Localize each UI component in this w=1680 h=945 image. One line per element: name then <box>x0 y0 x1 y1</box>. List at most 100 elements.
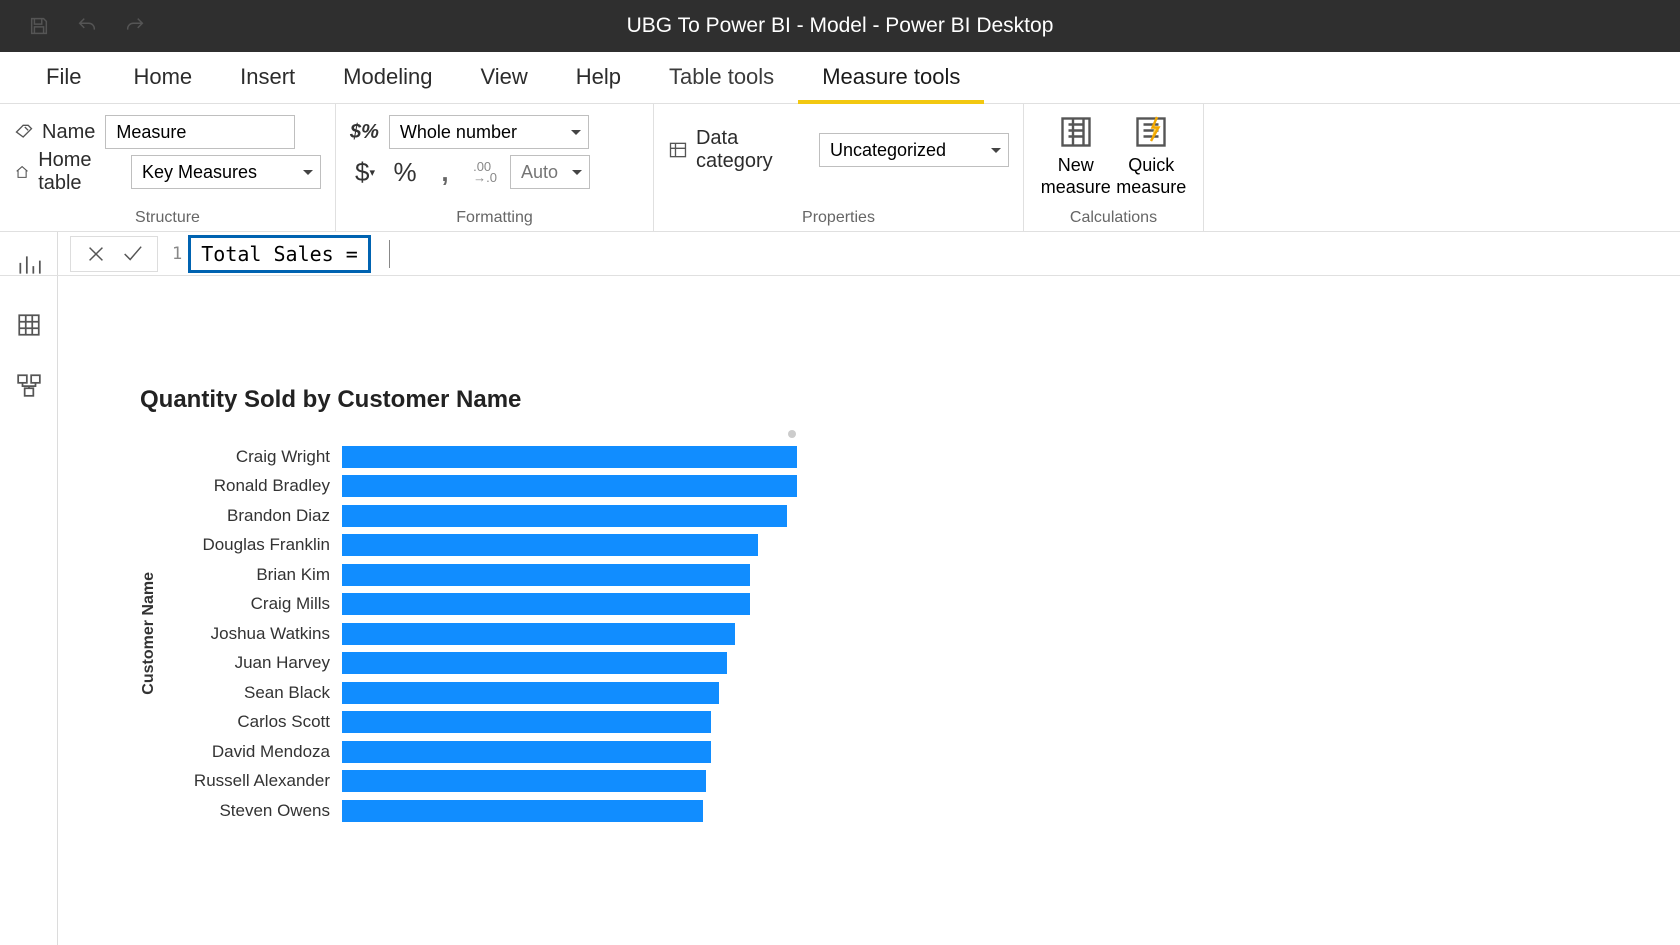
decimal-places-input[interactable] <box>510 155 590 189</box>
bar-fill[interactable] <box>342 741 711 763</box>
bar-label: Steven Owens <box>164 801 342 821</box>
formula-bar: 1 Total Sales = <box>0 232 1680 276</box>
y-axis-title: Customer Name <box>140 572 158 695</box>
bar-fill[interactable] <box>342 623 735 645</box>
tab-table-tools[interactable]: Table tools <box>645 64 798 104</box>
formula-line-number: 1 <box>172 244 182 264</box>
bar-label: Craig Wright <box>164 447 342 467</box>
view-switcher <box>0 232 58 945</box>
tab-view[interactable]: View <box>456 64 551 104</box>
bar-track <box>342 711 800 733</box>
bar-row: Douglas Franklin <box>164 531 800 561</box>
bar-fill[interactable] <box>342 711 711 733</box>
bar-track <box>342 682 800 704</box>
bar-row: Joshua Watkins <box>164 619 800 649</box>
bar-chart-visual[interactable]: Quantity Sold by Customer Name Customer … <box>140 386 800 826</box>
ribbon-group-calculations: New measure Quick measure Calculations <box>1024 104 1204 231</box>
bar-row: Brian Kim <box>164 560 800 590</box>
group-label-structure: Structure <box>14 209 321 227</box>
home-table-select[interactable]: Key Measures <box>131 155 321 189</box>
tab-insert[interactable]: Insert <box>216 64 319 104</box>
ribbon-group-formatting: $% Whole number $▾ % , .00→.0 Formatting <box>336 104 654 231</box>
bar-fill[interactable] <box>342 682 719 704</box>
new-measure-button[interactable]: New measure <box>1038 108 1114 198</box>
text-cursor-icon <box>389 240 390 268</box>
bar-fill[interactable] <box>342 534 758 556</box>
group-label-formatting: Formatting <box>350 209 639 227</box>
tab-file[interactable]: File <box>18 64 109 104</box>
save-icon[interactable] <box>28 15 50 37</box>
bar-label: Brandon Diaz <box>164 506 342 526</box>
format-type-icon: $% <box>350 121 379 144</box>
bar-fill[interactable] <box>342 593 750 615</box>
bar-row: Brandon Diaz <box>164 501 800 531</box>
decimal-places-icon: .00→.0 <box>470 157 500 187</box>
formula-text[interactable]: Total Sales = <box>188 235 371 273</box>
bar-label: Juan Harvey <box>164 653 342 673</box>
name-label: Name <box>14 121 95 144</box>
quick-measure-button[interactable]: Quick measure <box>1114 108 1190 198</box>
bar-row: Russell Alexander <box>164 767 800 797</box>
bar-row: David Mendoza <box>164 737 800 767</box>
title-bar: UBG To Power BI - Model - Power BI Deskt… <box>0 0 1680 52</box>
currency-format-button[interactable]: $▾ <box>350 157 380 187</box>
bar-row: Juan Harvey <box>164 649 800 679</box>
bar-label: Ronald Bradley <box>164 476 342 496</box>
format-select[interactable]: Whole number <box>389 115 589 149</box>
tab-modeling[interactable]: Modeling <box>319 64 456 104</box>
bar-fill[interactable] <box>342 770 706 792</box>
bar-track <box>342 593 800 615</box>
bar-track <box>342 741 800 763</box>
bar-fill[interactable] <box>342 505 787 527</box>
ribbon-spacer <box>1204 104 1680 231</box>
bar-track <box>342 505 800 527</box>
chart-title: Quantity Sold by Customer Name <box>140 386 800 414</box>
ribbon-tabs: File Home Insert Modeling View Help Tabl… <box>0 52 1680 104</box>
bar-row: Craig Wright <box>164 442 800 472</box>
tab-home[interactable]: Home <box>109 64 216 104</box>
bar-fill[interactable] <box>342 800 703 822</box>
commit-formula-button[interactable] <box>119 241 145 267</box>
tab-measure-tools[interactable]: Measure tools <box>798 64 984 104</box>
bar-label: Brian Kim <box>164 565 342 585</box>
bar-label: Craig Mills <box>164 594 342 614</box>
thousands-separator-button[interactable]: , <box>430 157 460 187</box>
percent-format-button[interactable]: % <box>390 157 420 187</box>
bar-row: Carlos Scott <box>164 708 800 738</box>
bar-label: Russell Alexander <box>164 771 342 791</box>
bar-fill[interactable] <box>342 475 797 497</box>
data-category-select[interactable]: Uncategorized <box>819 133 1009 167</box>
group-label-calculations: Calculations <box>1038 209 1189 227</box>
bar-track <box>342 800 800 822</box>
model-view-button[interactable] <box>14 370 44 400</box>
ribbon-group-structure: Name Home table Key Measures Structure <box>0 104 336 231</box>
data-view-button[interactable] <box>14 310 44 340</box>
home-table-label: Home table <box>14 149 121 195</box>
ribbon: Name Home table Key Measures Structure $… <box>0 104 1680 232</box>
bar-fill[interactable] <box>342 652 727 674</box>
bar-track <box>342 623 800 645</box>
bar-fill[interactable] <box>342 564 750 586</box>
measure-name-input[interactable] <box>105 115 295 149</box>
bar-row: Steven Owens <box>164 796 800 826</box>
tab-help[interactable]: Help <box>552 64 645 104</box>
bar-track <box>342 770 800 792</box>
bar-label: Joshua Watkins <box>164 624 342 644</box>
cancel-formula-button[interactable] <box>83 241 109 267</box>
redo-icon[interactable] <box>124 15 146 37</box>
bar-track <box>342 534 800 556</box>
bar-track <box>342 652 800 674</box>
bar-label: David Mendoza <box>164 742 342 762</box>
bar-track <box>342 475 800 497</box>
ribbon-group-properties: Data category Uncategorized Properties <box>654 104 1024 231</box>
bar-row: Ronald Bradley <box>164 472 800 502</box>
bar-label: Carlos Scott <box>164 712 342 732</box>
bar-fill[interactable] <box>342 446 797 468</box>
group-label-properties: Properties <box>668 209 1009 227</box>
report-canvas[interactable]: Quantity Sold by Customer Name Customer … <box>58 276 1680 945</box>
bar-track <box>342 446 800 468</box>
undo-icon[interactable] <box>76 15 98 37</box>
scrollbar-thumb[interactable] <box>788 430 796 438</box>
data-category-label: Data category <box>668 127 809 173</box>
window-title: UBG To Power BI - Model - Power BI Deskt… <box>627 14 1054 38</box>
